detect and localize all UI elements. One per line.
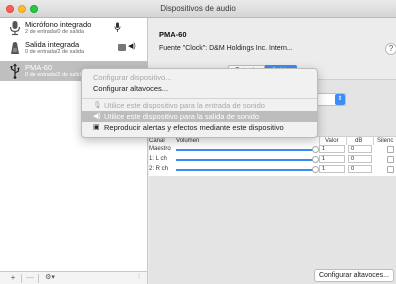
- chevron-updown-icon: ⇕: [335, 94, 345, 105]
- menu-item-label: Utilice este dispositivo para la salida …: [104, 112, 260, 121]
- device-detail: PMA-60 Fuente "Clock": D&M Holdings Inc.…: [149, 18, 396, 284]
- mute-checkbox[interactable]: [387, 146, 394, 153]
- header-volume: Volumen: [176, 138, 200, 144]
- device-channels: 0 de entrada/2 de salida: [25, 49, 85, 55]
- volume-slider-knob[interactable]: [312, 146, 319, 153]
- menu-item-label: Utilice este dispositivo para la entrada…: [104, 101, 265, 110]
- channel-label: Maestro: [149, 146, 171, 152]
- value-field[interactable]: 1: [319, 155, 345, 163]
- menu-item-label: Configurar altavoces...: [93, 84, 169, 93]
- volume-slider-track[interactable]: [176, 169, 314, 171]
- speaker-icon: [11, 42, 19, 54]
- menu-item-label: Configurar dispositivo...: [93, 73, 172, 82]
- menu-item-use-for-output[interactable]: ◀) Utilice este dispositivo para la sali…: [82, 111, 317, 122]
- value-field[interactable]: 1: [319, 145, 345, 153]
- add-device-button[interactable]: +: [8, 273, 18, 283]
- device-name: Salida integrada: [25, 40, 80, 49]
- help-button[interactable]: ?: [385, 43, 396, 55]
- menu-item-play-alerts[interactable]: ▣ Reproducir alertas y efectos mediante …: [82, 122, 317, 133]
- menu-item-configure-device[interactable]: Configurar dispositivo...: [82, 72, 317, 83]
- divider: [21, 274, 22, 283]
- gear-menu-button[interactable]: ⚙▾: [42, 273, 58, 283]
- device-name: Micrófono integrado: [25, 20, 92, 29]
- table-row: 1: L ch 1 0: [149, 155, 396, 164]
- clock-source: Fuente "Clock": D&M Holdings Inc. Intern…: [159, 45, 293, 52]
- mute-checkbox[interactable]: [387, 156, 394, 163]
- output-speaker-icon: ◀): [128, 43, 136, 50]
- header-value: Valor: [325, 138, 339, 144]
- table-row: 2: R ch 1 0: [149, 165, 396, 174]
- db-field[interactable]: 0: [348, 155, 372, 163]
- value-field[interactable]: 1: [319, 165, 345, 173]
- device-name: PMA-60: [25, 63, 53, 72]
- divider: [38, 274, 39, 283]
- divider: [319, 137, 320, 145]
- sidebar-toolbar: + — ⚙▾ ⁞: [0, 271, 148, 284]
- volume-slider-knob[interactable]: [312, 166, 319, 173]
- usb-icon: [10, 63, 20, 79]
- db-field[interactable]: 0: [348, 165, 372, 173]
- context-menu: Configurar dispositivo... Configurar alt…: [81, 68, 318, 138]
- volume-table: Canal Volumen Valor dB Silenc Maestro 1 …: [149, 136, 396, 176]
- mute-checkbox[interactable]: [387, 166, 394, 173]
- device-channels: 0 de entrada/2 de salida: [25, 72, 85, 78]
- microphone-icon: [9, 21, 21, 36]
- channel-label: 2: R ch: [149, 166, 169, 172]
- divider: [346, 137, 347, 145]
- title-bar: Dispositivos de audio: [0, 0, 396, 18]
- configure-speakers-button[interactable]: Configurar altavoces...: [314, 269, 394, 282]
- menu-item-label: Reproducir alertas y efectos mediante es…: [104, 123, 284, 132]
- microphone-icon: 🎙︎: [93, 102, 102, 109]
- menu-separator: [82, 98, 317, 99]
- header-channel: Canal: [149, 138, 165, 144]
- channel-label: 1: L ch: [149, 156, 167, 162]
- window-title: Dispositivos de audio: [160, 4, 236, 13]
- device-title: PMA-60: [159, 30, 187, 39]
- menu-item-use-for-input[interactable]: 🎙︎ Utilice este dispositivo para la entr…: [82, 100, 317, 111]
- volume-slider-track[interactable]: [176, 159, 314, 161]
- device-item-salida-integrada[interactable]: Salida integrada 0 de entrada/2 de salid…: [0, 38, 148, 58]
- alert-speaker-icon: ▣: [93, 124, 100, 131]
- device-channels: 2 de entrada/0 de salida: [25, 29, 85, 35]
- resize-handle-icon[interactable]: ⁞: [138, 274, 140, 281]
- db-field[interactable]: 0: [348, 145, 372, 153]
- volume-slider-track[interactable]: [176, 149, 314, 151]
- divider: [373, 137, 374, 145]
- input-mic-small-icon: [114, 22, 121, 32]
- volume-slider-knob[interactable]: [312, 156, 319, 163]
- table-row: Maestro 1 0: [149, 145, 396, 154]
- device-list: Micrófono integrado 2 de entrada/0 de sa…: [0, 18, 148, 271]
- header-mute: Silenc: [377, 138, 394, 144]
- header-db: dB: [355, 138, 363, 144]
- device-item-microfono[interactable]: Micrófono integrado 2 de entrada/0 de sa…: [0, 18, 148, 38]
- menu-item-configure-speakers[interactable]: Configurar altavoces...: [82, 83, 317, 94]
- speaker-icon: ◀): [93, 113, 101, 120]
- remove-device-button[interactable]: —: [24, 273, 36, 283]
- alert-icon: [118, 44, 126, 51]
